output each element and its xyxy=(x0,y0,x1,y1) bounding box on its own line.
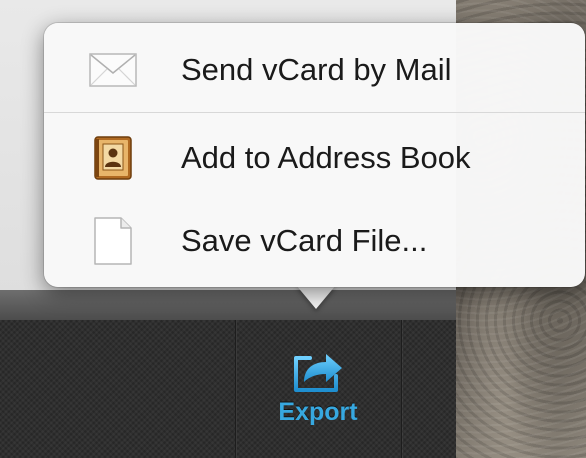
export-label: Export xyxy=(278,398,358,426)
panel-divider-bar xyxy=(0,290,456,322)
mail-envelope-icon xyxy=(88,45,138,95)
popover-arrow xyxy=(296,285,336,309)
menu-item-label: Save vCard File... xyxy=(181,223,428,258)
menu-item-send-vcard-by-mail[interactable]: Send vCard by Mail xyxy=(44,30,585,110)
export-share-icon xyxy=(294,354,342,392)
menu-item-add-to-address-book[interactable]: Add to Address Book xyxy=(44,118,585,198)
menu-item-label: Send vCard by Mail xyxy=(181,52,452,87)
menu-item-label: Add to Address Book xyxy=(181,140,471,175)
menu-item-save-vcard-file[interactable]: Save vCard File... xyxy=(44,201,585,281)
address-book-icon xyxy=(88,133,138,183)
toolbar-separator xyxy=(401,320,402,458)
document-icon xyxy=(88,216,138,266)
export-popover-menu: Send vCard by Mail Add to Address Book S… xyxy=(44,23,585,287)
export-button[interactable]: Export xyxy=(236,322,400,458)
menu-separator xyxy=(44,112,585,113)
